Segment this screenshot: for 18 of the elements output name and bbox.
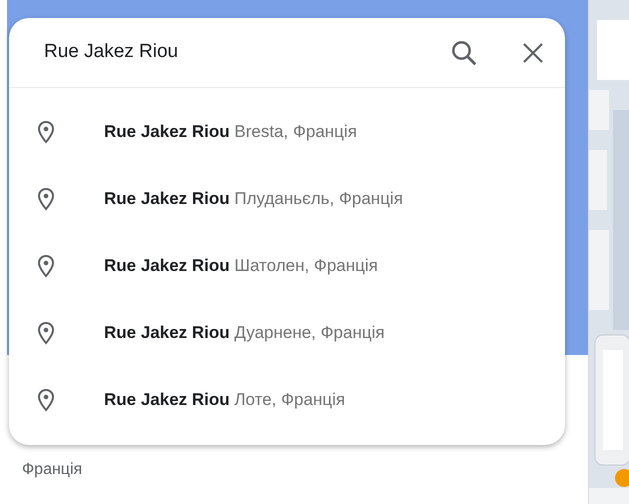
suggestion-text: Rue Jakez Riou Bresta, Франція xyxy=(104,120,357,142)
suggestion-text: Rue Jakez Riou Дуарнене, Франція xyxy=(104,322,385,344)
suggestion-text: Rue Jakez Riou Шатолен, Франція xyxy=(104,254,378,276)
pin-icon xyxy=(37,186,55,210)
pin-icon xyxy=(37,320,55,344)
suggestion-item[interactable]: Rue Jakez Riou Дуарнене, Франція xyxy=(9,299,565,366)
suggestion-text: Rue Jakez Riou Плуданьєль, Франція xyxy=(104,188,403,210)
pin-icon xyxy=(37,254,55,278)
panel-subtitle: Франція xyxy=(22,461,82,478)
suggestion-text: Rue Jakez Riou Лоте, Франція xyxy=(104,388,346,410)
pin-icon xyxy=(37,388,55,412)
suggestion-item[interactable]: Rue Jakez Riou Шатолен, Франція xyxy=(9,232,565,299)
suggestion-item[interactable]: Rue Jakez Riou Bresta, Франція xyxy=(9,98,565,165)
suggestion-item[interactable]: Rue Jakez Riou Лоте, Франція xyxy=(9,366,565,433)
suggestion-item[interactable]: Rue Jakez Riou Плуданьєль, Франція xyxy=(9,165,565,232)
close-icon[interactable] xyxy=(521,40,545,64)
pin-icon xyxy=(37,120,55,144)
search-field[interactable]: Rue Jakez Riou xyxy=(44,38,449,67)
